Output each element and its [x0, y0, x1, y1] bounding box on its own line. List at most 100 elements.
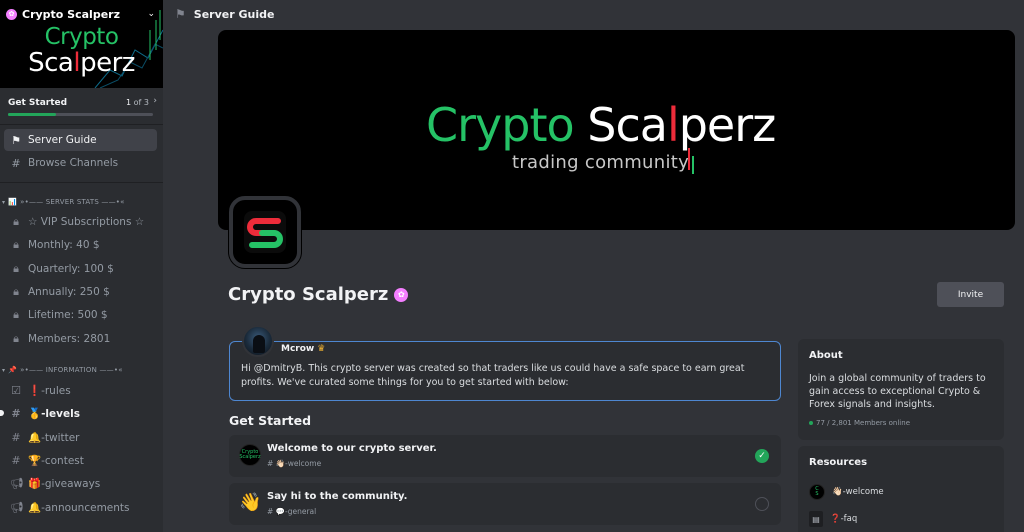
- top-bar: ⚑ Server Guide: [163, 0, 1024, 28]
- channel-label: Lifetime: 500 $: [28, 309, 108, 321]
- channel-label: ☆ VIP Subscriptions ☆: [28, 216, 145, 228]
- online-dot-icon: [809, 421, 813, 425]
- chevron-down-icon: ▾: [2, 366, 6, 374]
- members-online: 77 / 2,801 Members online: [809, 419, 910, 427]
- channel-rules[interactable]: ☑ ❗-rules: [4, 379, 159, 401]
- channel-label: 🎁-giveaways: [28, 477, 101, 490]
- channel-levels[interactable]: # 🥇-levels: [0, 402, 159, 424]
- task-say-hi[interactable]: 👋 Say hi to the community. # 💬-general: [229, 483, 781, 525]
- category-server-stats[interactable]: ▾ 📊 »•—— SERVER STATS ——•«: [2, 195, 160, 209]
- task-welcome[interactable]: Crypto Scalperz Welcome to our crypto ser…: [229, 435, 781, 477]
- banner-logo-line2: Scalperz: [14, 50, 149, 76]
- document-icon: ▤: [809, 511, 823, 527]
- channel-annually[interactable]: 🔒︎ Annually: 250 $: [4, 281, 159, 303]
- server-banner-logo: Crypto Scalperz: [14, 26, 149, 77]
- channel-label: Quarterly: 100 $: [28, 263, 114, 275]
- channel-quarterly[interactable]: 🔒︎ Quarterly: 100 $: [4, 258, 159, 280]
- chevron-down-icon: ▾: [2, 198, 6, 206]
- author-name-text: Mcrow: [281, 344, 315, 354]
- banner-title-white-a: Sca: [587, 98, 668, 152]
- progress-track: [8, 113, 153, 116]
- check-icon: ✓: [755, 449, 769, 463]
- avatar[interactable]: [242, 325, 274, 357]
- about-description: Join a global community of traders to ga…: [809, 373, 986, 410]
- get-started-progress[interactable]: Get Started 1 of 3 ›: [0, 94, 163, 122]
- incomplete-circle-icon: [755, 497, 769, 511]
- author-name[interactable]: Mcrow ♛: [281, 344, 325, 354]
- nav-browse-channels-label: Browse Channels: [28, 157, 119, 169]
- channel-sidebar: ✿ Crypto Scalperz ⌄ Crypto Scalperz Get …: [0, 0, 163, 532]
- get-started-current: 1: [126, 98, 132, 107]
- banner-title-white-b: perz: [678, 98, 777, 152]
- resource-label: 👋🏻-welcome: [832, 487, 884, 497]
- banner-candle: [692, 156, 694, 174]
- category-information-label: »•—— INFORMATION ——•«: [20, 366, 123, 374]
- sidebar-divider: [0, 182, 163, 183]
- announcement-icon: 📢︎: [10, 500, 24, 514]
- resource-faq[interactable]: ▤ ❓-faq: [809, 510, 857, 528]
- lock-icon: 🔒︎: [13, 238, 19, 251]
- get-started-count: 1 of 3: [126, 98, 149, 107]
- announcement-icon: 📢︎: [10, 476, 24, 490]
- about-card: About Join a global community of traders…: [798, 339, 1004, 440]
- channel-lifetime[interactable]: 🔒︎ Lifetime: 500 $: [4, 304, 159, 326]
- unread-indicator: [0, 410, 4, 416]
- banner-candle: [688, 148, 690, 170]
- members-online-text: 77 / 2,801 Members online: [816, 419, 910, 427]
- get-started-label: Get Started: [8, 98, 68, 108]
- invite-button[interactable]: Invite: [937, 282, 1004, 307]
- chevron-right-icon[interactable]: ›: [153, 96, 157, 106]
- nav-server-guide-label: Server Guide: [28, 134, 97, 146]
- category-emoji: 📌: [8, 366, 18, 374]
- wave-icon: 👋: [239, 492, 262, 513]
- channel-vip-subscriptions[interactable]: 🔒︎ ☆ VIP Subscriptions ☆: [4, 211, 159, 233]
- channel-members[interactable]: 🔒︎ Members: 2801: [4, 328, 159, 350]
- resource-welcome[interactable]: CS 👋🏻-welcome: [809, 483, 884, 501]
- category-emoji: 📊: [8, 198, 18, 206]
- boost-icon: ✿: [394, 287, 409, 302]
- category-information[interactable]: ▾ 📌 »•—— INFORMATION ——•«: [2, 363, 160, 377]
- server-title-text: Crypto Scalperz: [228, 284, 389, 305]
- resources-card: Resources CS 👋🏻-welcome ▤ ❓-faq: [798, 446, 1004, 532]
- chevron-down-icon[interactable]: ⌄: [147, 9, 155, 19]
- server-name: Crypto Scalperz: [22, 7, 120, 21]
- server-logo-icon: CS: [809, 484, 825, 500]
- banner-logo-part-a: Sca: [28, 48, 74, 78]
- lock-icon: 🔒︎: [13, 308, 19, 321]
- hash-icon: #: [11, 430, 21, 444]
- channel-label: ❗-rules: [28, 384, 71, 397]
- nav-server-guide[interactable]: ⚑ Server Guide: [4, 129, 157, 151]
- rules-icon: ☑: [11, 383, 21, 397]
- lock-icon: 🔒︎: [13, 332, 19, 345]
- channel-monthly[interactable]: 🔒︎ Monthly: 40 $: [4, 234, 159, 256]
- nav-browse-channels[interactable]: # Browse Channels: [4, 152, 157, 174]
- channel-label: 🔔-twitter: [28, 431, 80, 444]
- server-banner: Crypto Scalperz trading community: [218, 30, 1015, 230]
- task-title: Say hi to the community.: [267, 491, 408, 502]
- channels-icon: #: [11, 156, 21, 170]
- channel-label: 🔔-announcements: [28, 501, 130, 514]
- server-header[interactable]: ✿ Crypto Scalperz ⌄ Crypto Scalperz: [0, 0, 163, 88]
- channel-contest[interactable]: # 🏆-contest: [4, 449, 159, 471]
- server-logo-icon: Crypto Scalperz: [239, 444, 261, 466]
- channel-announcements[interactable]: 📢︎ 🔔-announcements: [4, 496, 159, 518]
- banner-title-green: Crypto: [426, 98, 575, 152]
- get-started-total: of 3: [133, 98, 149, 107]
- channel-twitter[interactable]: # 🔔-twitter: [4, 426, 159, 448]
- hash-icon: #: [11, 453, 21, 467]
- about-title: About: [809, 350, 843, 361]
- page-title: Server Guide: [193, 7, 275, 21]
- task-channel: # 💬-general: [267, 507, 317, 516]
- welcome-message-text: Hi @DmitryB. This crypto server was crea…: [241, 363, 745, 388]
- lock-icon: 🔒︎: [13, 215, 19, 228]
- resource-label: ❓-faq: [830, 514, 858, 524]
- channel-label: Monthly: 40 $: [28, 239, 100, 251]
- channel-label: 🥇-levels: [28, 407, 80, 420]
- avatar-figure: [253, 335, 265, 353]
- banner-subtitle: trading community: [512, 152, 690, 173]
- category-server-stats-label: »•—— SERVER STATS ——•«: [20, 198, 125, 206]
- channel-label: Annually: 250 $: [28, 286, 110, 298]
- server-title: Crypto Scalperz ✿: [228, 284, 409, 305]
- channel-giveaways[interactable]: 📢︎ 🎁-giveaways: [4, 472, 159, 494]
- channel-label: Members: 2801: [28, 333, 111, 345]
